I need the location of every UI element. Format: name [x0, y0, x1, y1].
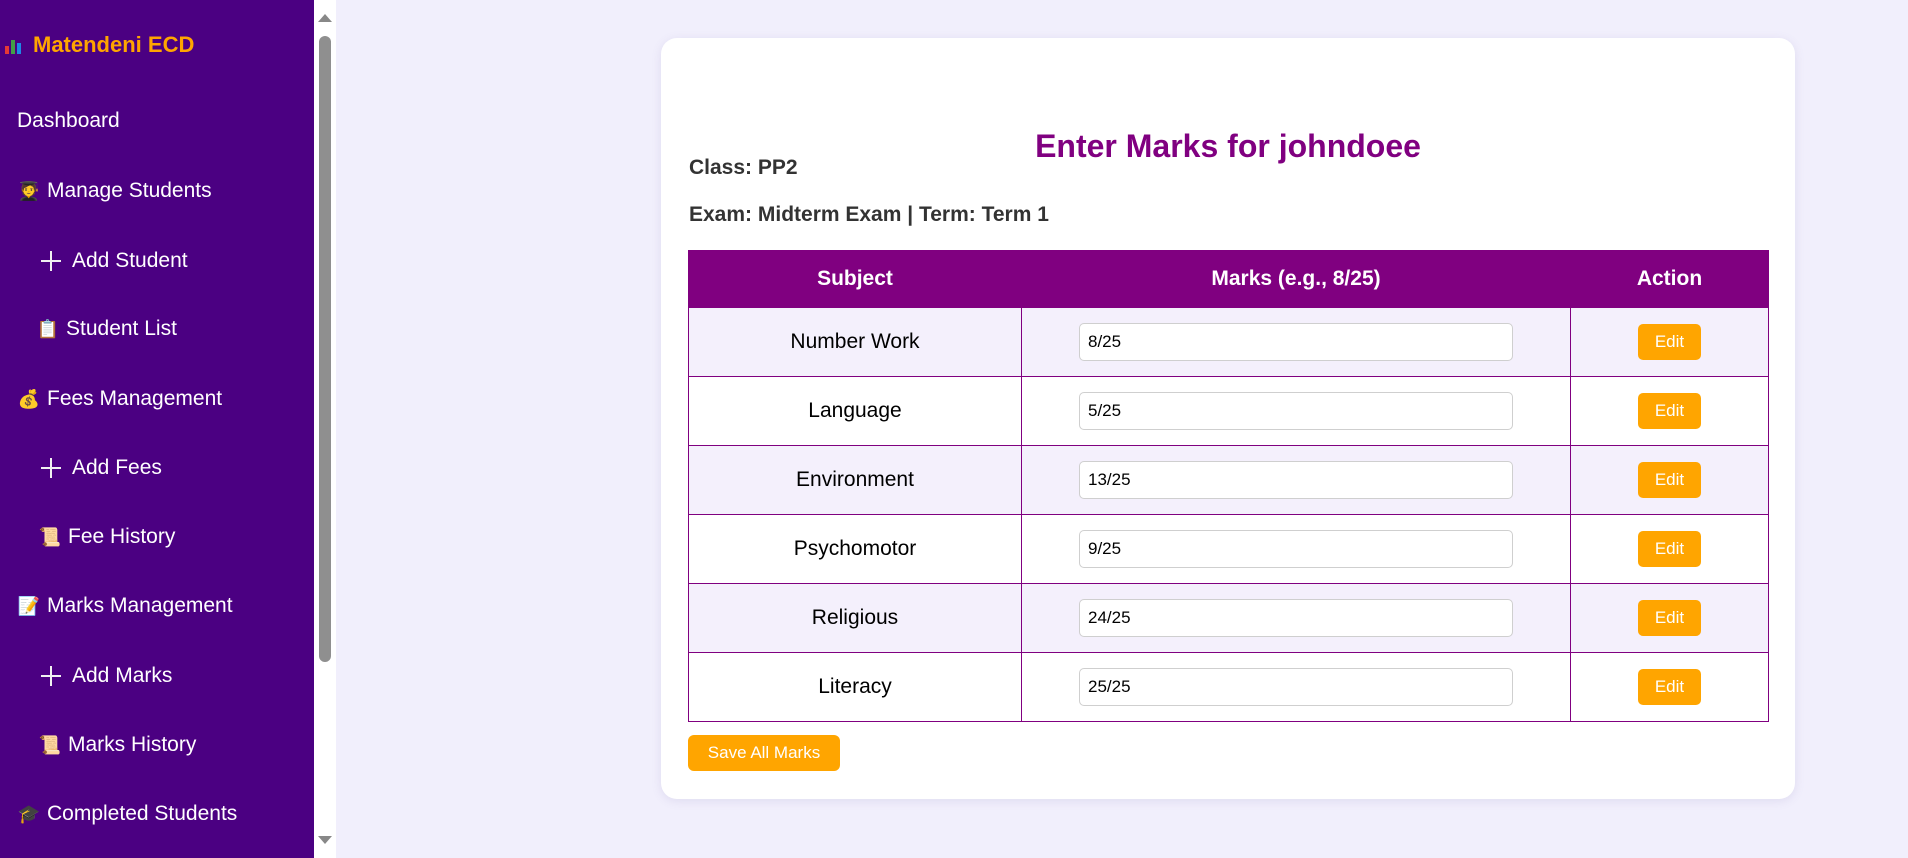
save-all-marks-button[interactable]: Save All Marks — [688, 735, 840, 771]
subject-cell: Number Work — [688, 307, 1022, 377]
nav-completed-students[interactable]: 🎓 Completed Students — [17, 798, 238, 830]
nav-add-marks[interactable]: Add Marks — [40, 660, 172, 692]
table-row: Psychomotor Edit — [688, 514, 1769, 584]
nav-label: Marks History — [68, 733, 197, 756]
subject-cell: Environment — [688, 445, 1022, 515]
nav-label: Fee History — [68, 525, 176, 548]
subject-cell: Literacy — [688, 652, 1022, 722]
plus-icon — [40, 665, 62, 687]
marks-input[interactable] — [1079, 599, 1513, 637]
subject-cell: Language — [688, 376, 1022, 446]
sidebar: Matendeni ECD Dashboard 🧑‍🎓 Manage Stude… — [0, 0, 314, 858]
marks-cell — [1021, 652, 1571, 722]
marks-input[interactable] — [1079, 461, 1513, 499]
marks-input[interactable] — [1079, 323, 1513, 361]
action-cell: Edit — [1570, 514, 1769, 584]
nav-label: Dashboard — [17, 109, 120, 132]
exam-info: Exam: Midterm Exam | Term: Term 1 — [689, 203, 1049, 226]
marks-input[interactable] — [1079, 668, 1513, 706]
subject-cell: Religious — [688, 583, 1022, 653]
action-cell: Edit — [1570, 376, 1769, 446]
scroll-thumb[interactable] — [319, 36, 331, 662]
nav-manage-students[interactable]: 🧑‍🎓 Manage Students — [17, 175, 212, 207]
page-title: Enter Marks for johndoee — [1035, 128, 1421, 164]
scroll-up-arrow-icon[interactable] — [318, 14, 332, 22]
nav-fee-history[interactable]: 📜 Fee History — [38, 521, 176, 553]
marks-cell — [1021, 514, 1571, 584]
scroll-down-arrow-icon[interactable] — [318, 836, 332, 844]
table-header-row: Subject Marks (e.g., 8/25) Action — [688, 250, 1769, 308]
column-header-action: Action — [1570, 250, 1769, 308]
nav-marks-history[interactable]: 📜 Marks History — [38, 729, 197, 761]
nav-fees-management[interactable]: 💰 Fees Management — [17, 383, 222, 415]
bar-chart-icon — [3, 34, 25, 56]
nav-label: Add Fees — [72, 456, 162, 479]
table-row: Number Work Edit — [688, 307, 1769, 377]
marks-cell — [1021, 445, 1571, 515]
table-row: Religious Edit — [688, 583, 1769, 653]
student-icon: 🧑‍🎓 — [17, 180, 41, 201]
marks-table: Subject Marks (e.g., 8/25) Action Number… — [688, 250, 1769, 722]
nav-label: Add Marks — [72, 664, 173, 687]
plus-icon — [40, 457, 62, 479]
nav-label: Student List — [66, 317, 177, 340]
nav-add-student[interactable]: Add Student — [40, 245, 188, 277]
marks-entry-card: Enter Marks for johndoee Class: PP2 Exam… — [661, 38, 1795, 799]
edit-button[interactable]: Edit — [1638, 393, 1701, 429]
marks-cell — [1021, 376, 1571, 446]
graduation-cap-icon: 🎓 — [17, 803, 41, 824]
sidebar-scrollbar[interactable] — [314, 0, 336, 858]
table-row: Literacy Edit — [688, 652, 1769, 722]
table-row: Language Edit — [688, 376, 1769, 446]
nav-label: Completed Students — [47, 802, 238, 825]
marks-input[interactable] — [1079, 530, 1513, 568]
edit-button[interactable]: Edit — [1638, 600, 1701, 636]
nav-marks-management[interactable]: 📝 Marks Management — [17, 590, 233, 622]
money-bag-icon: 💰 — [17, 388, 41, 409]
nav-label: Manage Students — [47, 179, 212, 202]
action-cell: Edit — [1570, 307, 1769, 377]
action-cell: Edit — [1570, 583, 1769, 653]
nav-label: Marks Management — [47, 594, 233, 617]
edit-button[interactable]: Edit — [1638, 462, 1701, 498]
nav-label: Fees Management — [47, 387, 223, 410]
marks-cell — [1021, 307, 1571, 377]
nav-dashboard[interactable]: Dashboard — [17, 105, 120, 137]
subject-cell: Psychomotor — [688, 514, 1022, 584]
action-cell: Edit — [1570, 445, 1769, 515]
clipboard-icon: 📋 — [36, 318, 60, 339]
nav-label: Add Student — [72, 249, 188, 272]
memo-icon: 📝 — [17, 595, 41, 616]
nav-add-fees[interactable]: Add Fees — [40, 452, 162, 484]
action-cell: Edit — [1570, 652, 1769, 722]
class-info: Class: PP2 — [689, 156, 798, 179]
marks-input[interactable] — [1079, 392, 1513, 430]
table-row: Environment Edit — [688, 445, 1769, 515]
scroll-icon: 📜 — [38, 526, 62, 547]
edit-button[interactable]: Edit — [1638, 324, 1701, 360]
nav-student-list[interactable]: 📋 Student List — [36, 313, 177, 345]
edit-button[interactable]: Edit — [1638, 669, 1701, 705]
plus-icon — [40, 250, 62, 272]
marks-cell — [1021, 583, 1571, 653]
scroll-icon: 📜 — [38, 734, 62, 755]
brand-name: Matendeni ECD — [33, 32, 195, 57]
column-header-subject: Subject — [688, 250, 1022, 308]
brand[interactable]: Matendeni ECD — [3, 30, 194, 60]
column-header-marks: Marks (e.g., 8/25) — [1021, 250, 1571, 308]
edit-button[interactable]: Edit — [1638, 531, 1701, 567]
